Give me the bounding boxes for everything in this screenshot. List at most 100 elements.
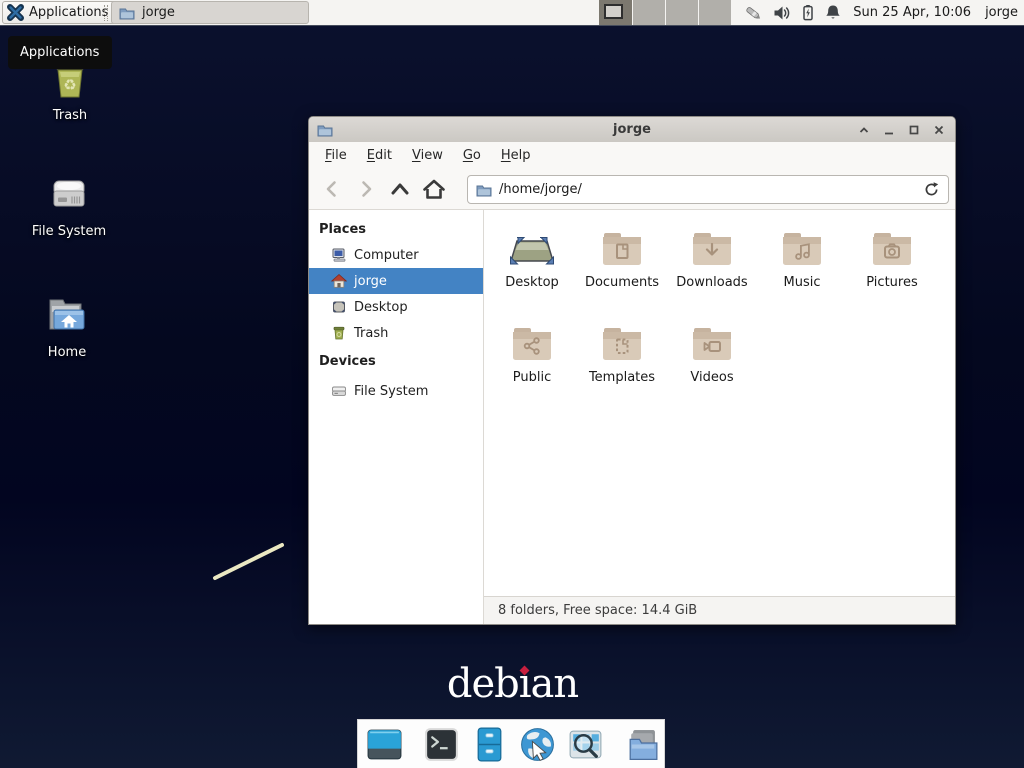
home-folder-icon: [12, 291, 122, 341]
desktop-icon: [331, 299, 347, 315]
desktop-icon-home[interactable]: Home: [12, 291, 122, 360]
sidebar-item-desktop[interactable]: Desktop: [309, 294, 483, 320]
top-panel: Applications jorge: [0, 0, 1024, 26]
file-manager-window: jorge File Edit View Go Help: [308, 116, 956, 625]
panel-handle[interactable]: [104, 5, 108, 21]
minimize-button[interactable]: [883, 124, 895, 136]
sidebar: Places Computer jorge: [309, 210, 484, 624]
file-item-label: Downloads: [667, 275, 757, 290]
volume-icon[interactable]: [773, 5, 791, 21]
bottom-dock: [357, 719, 665, 768]
workspace-2[interactable]: [632, 0, 665, 25]
file-item-label: Templates: [577, 370, 667, 385]
desktop-icon-file-system-label: File System: [14, 224, 124, 239]
folder-pictures-icon: [847, 224, 937, 272]
file-item-downloads[interactable]: Downloads: [667, 220, 757, 315]
desktop-special-icon: [487, 224, 577, 272]
sidebar-item-label: Computer: [354, 248, 419, 263]
sidebar-item-computer[interactable]: Computer: [309, 242, 483, 268]
window-titlebar[interactable]: jorge: [309, 117, 955, 142]
shade-button[interactable]: [858, 124, 870, 136]
file-item-label: Public: [487, 370, 577, 385]
folder-icon: [119, 6, 135, 20]
system-tray: [744, 4, 841, 22]
battery-icon[interactable]: [801, 4, 815, 21]
statusbar: 8 folders, Free space: 14.4 GiB: [484, 596, 955, 624]
xfce-x-icon: [7, 4, 24, 21]
sidebar-item-file-system[interactable]: File System: [309, 378, 483, 404]
menu-edit[interactable]: Edit: [357, 144, 402, 167]
forward-button[interactable]: [349, 174, 383, 204]
drive-icon: [14, 170, 124, 220]
file-item-label: Desktop: [487, 275, 577, 290]
computer-icon: [331, 247, 347, 263]
menu-help[interactable]: Help: [491, 144, 541, 167]
desktop-icon-trash-label: Trash: [15, 108, 125, 123]
file-item-templates[interactable]: Templates: [577, 315, 667, 410]
app-finder-icon[interactable]: [566, 725, 605, 764]
file-item-label: Documents: [577, 275, 667, 290]
back-button[interactable]: [315, 174, 349, 204]
stylus-icon[interactable]: [744, 4, 763, 22]
workspace-3[interactable]: [665, 0, 698, 25]
applications-menu-label: Applications: [29, 5, 108, 20]
file-item-desktop[interactable]: Desktop: [487, 220, 577, 315]
web-browser-icon[interactable]: [518, 725, 557, 764]
workspace-window-miniature: [604, 4, 623, 19]
workspace-4[interactable]: [698, 0, 731, 25]
applications-menu-button[interactable]: Applications: [2, 1, 118, 24]
directory-menu-icon[interactable]: [623, 725, 662, 764]
file-item-pictures[interactable]: Pictures: [847, 220, 937, 315]
workspace-1[interactable]: [599, 0, 632, 25]
drive-icon: [331, 383, 347, 399]
folder-videos-icon: [667, 319, 757, 367]
sidebar-item-trash[interactable]: Trash: [309, 320, 483, 346]
sidebar-heading-places: Places: [309, 218, 483, 242]
notifications-bell-icon[interactable]: [825, 4, 841, 21]
applications-tooltip: Applications: [8, 36, 112, 69]
sidebar-item-label: Trash: [354, 326, 388, 341]
home-icon: [331, 273, 347, 289]
file-item-label: Pictures: [847, 275, 937, 290]
paint-stroke: [200, 535, 295, 590]
panel-username: jorge: [985, 5, 1018, 20]
terminal-icon[interactable]: [422, 725, 461, 764]
path-folder-icon: [476, 183, 492, 197]
desktop-icon-home-label: Home: [12, 345, 122, 360]
up-button[interactable]: [383, 174, 417, 204]
path-bar[interactable]: [467, 175, 949, 204]
toolbar: [309, 169, 955, 210]
path-input[interactable]: [499, 182, 916, 197]
statusbar-text: 8 folders, Free space: 14.4 GiB: [498, 603, 697, 618]
file-item-label: Music: [757, 275, 847, 290]
folder-downloads-icon: [667, 224, 757, 272]
file-item-videos[interactable]: Videos: [667, 315, 757, 410]
show-desktop-icon[interactable]: [365, 725, 404, 764]
file-item-documents[interactable]: Documents: [577, 220, 667, 315]
debian-logo: debıan: [430, 658, 595, 710]
folder-templates-icon: [577, 319, 667, 367]
file-item-music[interactable]: Music: [757, 220, 847, 315]
panel-clock[interactable]: Sun 25 Apr, 10:06: [853, 5, 971, 20]
taskbar-window-label: jorge: [142, 5, 175, 20]
home-button[interactable]: [417, 174, 451, 204]
sidebar-item-label: Desktop: [354, 300, 408, 315]
menu-go[interactable]: Go: [453, 144, 491, 167]
menu-file[interactable]: File: [315, 144, 357, 167]
close-button[interactable]: [933, 124, 945, 136]
sidebar-item-label: File System: [354, 384, 428, 399]
folder-public-icon: [487, 319, 577, 367]
menubar: File Edit View Go Help: [309, 142, 955, 169]
file-item-public[interactable]: Public: [487, 315, 577, 410]
menu-view[interactable]: View: [402, 144, 453, 167]
folder-music-icon: [757, 224, 847, 272]
reload-icon[interactable]: [923, 181, 940, 198]
taskbar-window-button[interactable]: jorge: [111, 1, 309, 24]
desktop-icon-file-system[interactable]: File System: [14, 170, 124, 239]
svg-text:♻: ♻: [63, 76, 76, 94]
sidebar-item-label: jorge: [354, 274, 387, 289]
file-view[interactable]: Desktop Documents: [485, 210, 955, 596]
file-manager-icon[interactable]: [470, 725, 509, 764]
sidebar-item-jorge[interactable]: jorge: [309, 268, 483, 294]
maximize-button[interactable]: [908, 124, 920, 136]
